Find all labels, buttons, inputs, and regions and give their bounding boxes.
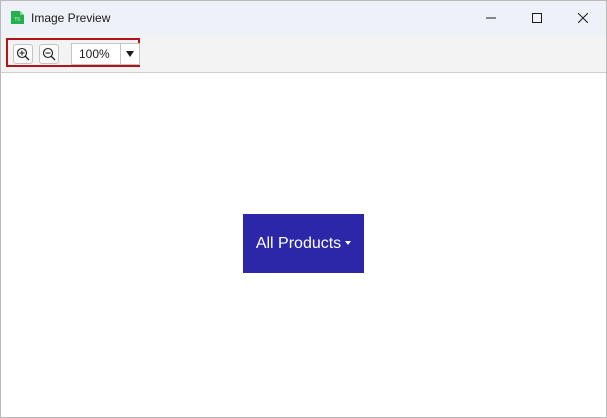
svg-text:TS: TS	[15, 17, 21, 22]
minimize-icon	[486, 17, 496, 19]
close-button[interactable]	[560, 1, 606, 35]
green-file-icon: TS	[11, 11, 24, 24]
minimize-button[interactable]	[468, 1, 514, 35]
close-icon	[578, 13, 588, 23]
maximize-icon	[532, 13, 542, 23]
zoom-level-value: 100%	[79, 47, 110, 61]
caret-down-icon	[345, 241, 352, 246]
zoom-out-button[interactable]	[39, 44, 59, 64]
preview-toolbar: 100%	[1, 35, 606, 73]
zoom-dropdown-button[interactable]	[120, 44, 139, 64]
zoom-out-icon	[42, 47, 56, 61]
maximize-button[interactable]	[514, 1, 560, 35]
preview-image: All Products	[243, 214, 364, 273]
image-preview-window: TS Image Preview 100% All Products	[0, 0, 607, 418]
window-title: Image Preview	[31, 11, 111, 25]
preview-canvas: All Products	[1, 73, 606, 417]
zoom-in-icon	[16, 47, 30, 61]
preview-image-label: All Products	[256, 235, 352, 253]
zoom-in-button[interactable]	[13, 44, 33, 64]
dropdown-arrow-icon	[126, 51, 134, 57]
title-bar[interactable]: TS Image Preview	[1, 1, 606, 35]
zoom-level-select[interactable]: 100%	[71, 43, 140, 65]
